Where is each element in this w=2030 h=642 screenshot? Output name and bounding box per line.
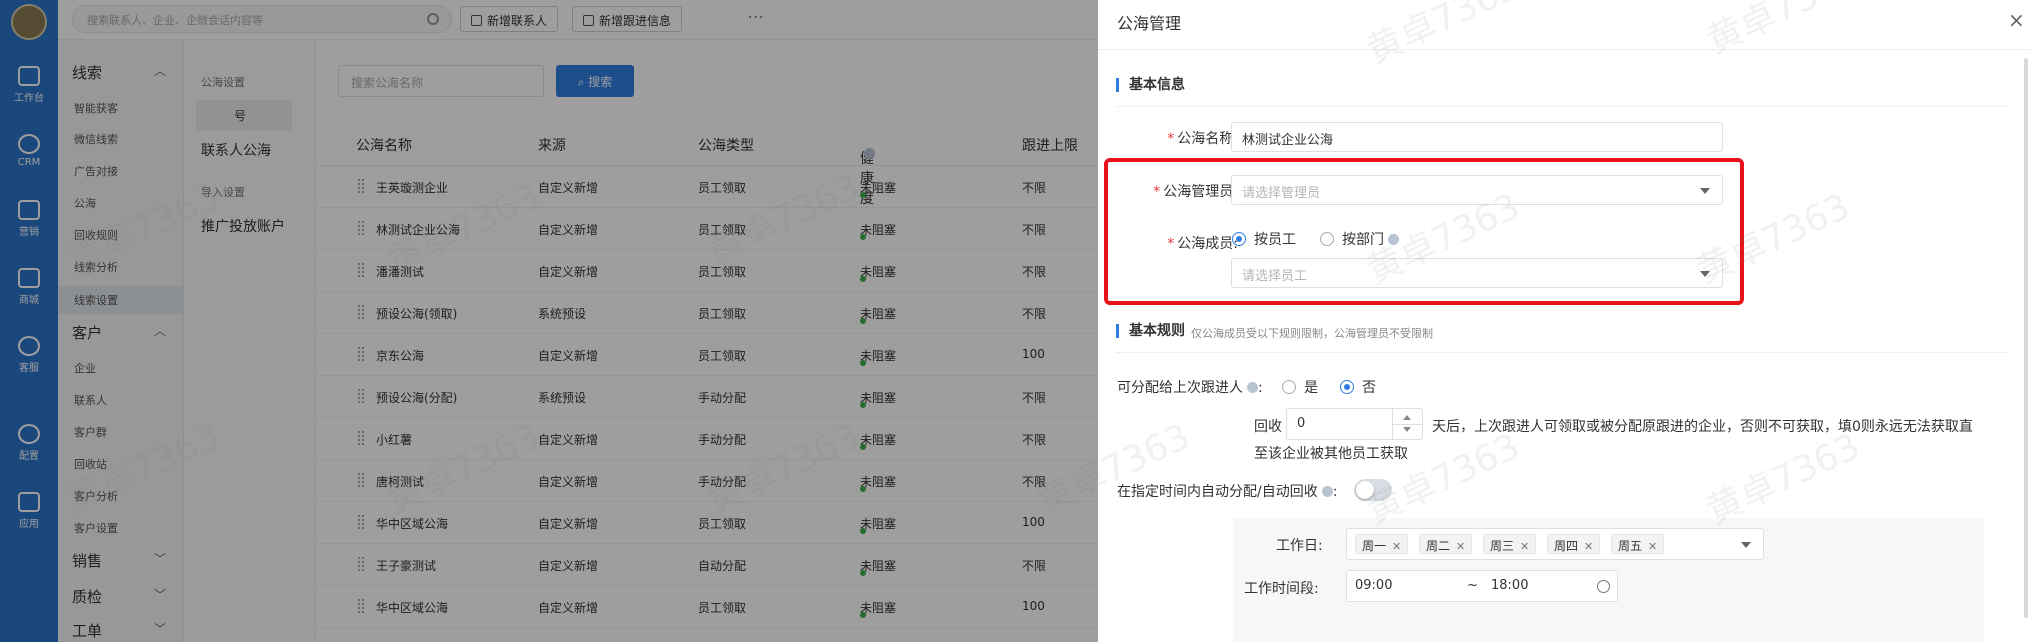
radio-checked-icon [1340, 380, 1354, 394]
radio-assignable-no[interactable]: 否 [1340, 377, 1376, 397]
workday-tag[interactable]: 周四 ✕ [1547, 534, 1601, 554]
section-title-rules: 基本规则 [1116, 324, 1185, 338]
scrollbar[interactable] [2024, 58, 2028, 618]
stepper-controls[interactable] [1392, 409, 1423, 439]
highlight-box [1104, 158, 1744, 305]
workday-tag[interactable]: 周三 ✕ [1483, 534, 1537, 554]
close-icon[interactable]: ✕ [1456, 540, 1465, 553]
divider [1116, 352, 2010, 353]
auto-assign-toggle[interactable] [1354, 479, 1392, 501]
info-icon [1321, 486, 1333, 497]
worktime-range-picker[interactable]: 09:00 ~ 18:00 [1346, 570, 1618, 602]
workday-select[interactable]: 周一 ✕ 周二 ✕ 周三 ✕ 周四 ✕ 周五 ✕ [1346, 528, 1764, 560]
schedule-panel: 工作日: 周一 ✕ 周二 ✕ 周三 ✕ 周四 ✕ 周五 ✕ 工作时间段: 09:00 ~ … [1234, 518, 1984, 642]
recycle-days-stepper[interactable]: 0 [1286, 408, 1423, 440]
close-icon[interactable]: × [2008, 8, 2025, 32]
time-end[interactable]: 18:00 [1491, 578, 1528, 593]
recycle-description-line2: 至该企业被其他员工获取 [1254, 446, 1408, 462]
workday-tag[interactable]: 周五 ✕ [1611, 534, 1665, 554]
recycle-prefix: 回收 [1254, 419, 1282, 435]
pool-name-label: * 公海名称: [1167, 131, 1238, 147]
modal-overlay[interactable] [0, 0, 1098, 642]
workday-tag[interactable]: 周一 ✕ [1355, 534, 1409, 554]
info-icon [1247, 382, 1258, 393]
close-icon[interactable]: ✕ [1520, 540, 1529, 553]
clock-icon [1597, 580, 1610, 593]
drawer-header: 公海管理 × [1098, 0, 2030, 50]
section-title-basic: 基本信息 [1116, 78, 1185, 92]
workday-label: 工作日: [1276, 538, 1323, 554]
assignable-label: 可分配给上次跟进人: [1117, 380, 1263, 396]
drawer-title: 公海管理 [1117, 14, 1182, 33]
rules-note: 仅公海成员受以下规则限制，公海管理员不受限制 [1191, 327, 1433, 340]
time-start[interactable]: 09:00 [1355, 578, 1392, 593]
radio-unchecked-icon [1282, 380, 1296, 394]
recycle-description: 天后，上次跟进人可领取或被分配原跟进的企业，否则不可获取，填0则永远无法获取直 [1432, 419, 1973, 435]
worktime-label: 工作时间段: [1244, 581, 1319, 597]
auto-assign-label: 在指定时间内自动分配/自动回收: [1117, 484, 1338, 500]
arrow-down-icon [1403, 427, 1411, 432]
arrow-up-icon [1403, 415, 1411, 420]
chevron-down-icon [1741, 542, 1751, 548]
toggle-knob [1356, 481, 1374, 499]
close-icon[interactable]: ✕ [1648, 540, 1657, 553]
pool-name-field[interactable]: 林测试企业公海 [1231, 122, 1723, 152]
time-separator: ~ [1467, 578, 1478, 593]
workday-tag[interactable]: 周二 ✕ [1419, 534, 1473, 554]
close-icon[interactable]: ✕ [1584, 540, 1593, 553]
radio-assignable-yes[interactable]: 是 [1282, 377, 1318, 397]
close-icon[interactable]: ✕ [1392, 540, 1401, 553]
divider [1116, 106, 2010, 107]
